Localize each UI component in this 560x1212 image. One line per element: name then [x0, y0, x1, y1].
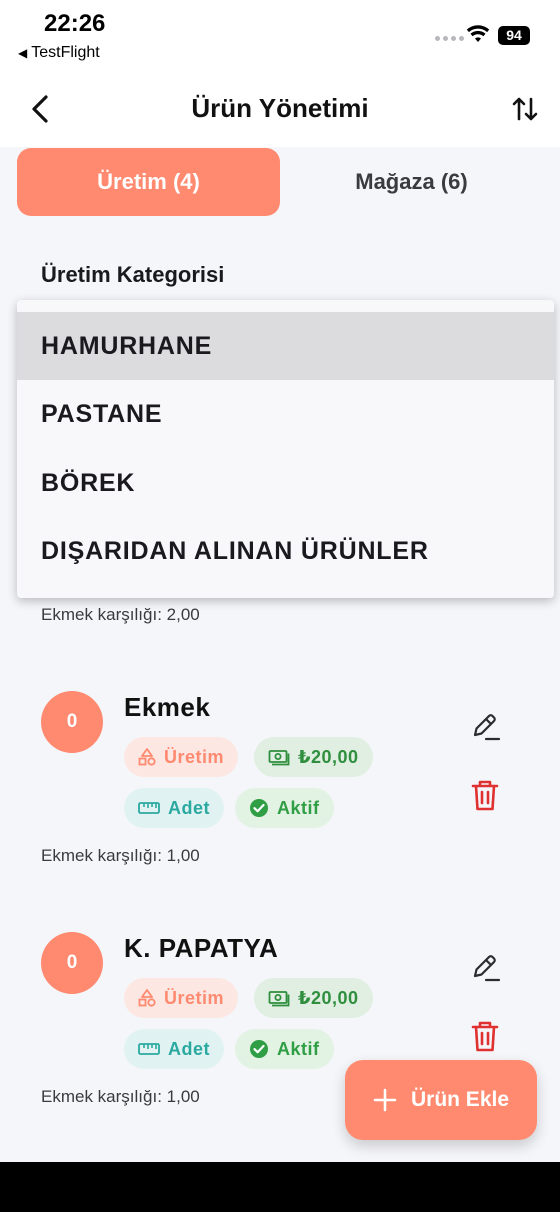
product-note: Ekmek karşılığı: 2,00 — [41, 605, 200, 624]
cash-icon — [268, 991, 290, 1007]
plus-icon — [373, 1088, 397, 1112]
product-note: Ekmek karşılığı: 1,00 — [41, 1087, 200, 1106]
product-name: K. PAPATYA — [124, 933, 279, 963]
shapes-icon — [138, 748, 156, 766]
dropdown-option-pastane[interactable]: PASTANE — [17, 380, 554, 448]
tab-store[interactable]: Mağaza (6) — [280, 148, 543, 216]
add-product-button[interactable]: Ürün Ekle — [345, 1060, 537, 1140]
category-label: Üretim Kategorisi — [41, 262, 225, 287]
category-dropdown-menu: HAMURHANE PASTANE BÖREK DIŞARIDAN ALINAN… — [17, 300, 554, 598]
chip-unit: Adet — [124, 1029, 224, 1069]
chip-price: ₺20,00 — [254, 737, 373, 777]
chip-price-label: ₺20,00 — [298, 987, 359, 1008]
cash-icon — [268, 750, 290, 766]
tab-production[interactable]: Üretim (4) — [17, 148, 280, 216]
chip-status: Aktif — [235, 1029, 334, 1069]
cellular-signal-icon — [435, 36, 464, 41]
trash-icon[interactable] — [469, 1019, 501, 1053]
trash-icon[interactable] — [469, 778, 501, 812]
back-to-app-link[interactable]: ◀ TestFlight — [18, 44, 100, 62]
dropdown-option-borek[interactable]: BÖREK — [17, 449, 554, 517]
nav-bar: Ürün Yönetimi — [0, 75, 560, 147]
tab-bar: Üretim (4) Mağaza (6) — [17, 148, 543, 216]
chip-status: Aktif — [235, 788, 334, 828]
add-product-label: Ürün Ekle — [410, 1088, 510, 1111]
chip-status-label: Aktif — [277, 797, 320, 818]
chip-unit: Adet — [124, 788, 224, 828]
chip-unit-label: Adet — [168, 797, 210, 818]
ruler-icon — [138, 1043, 160, 1055]
product-avatar: 0 — [41, 691, 103, 753]
check-circle-icon — [250, 1040, 268, 1058]
check-circle-icon — [250, 799, 268, 817]
edit-pencil-icon[interactable] — [469, 710, 501, 744]
chip-status-label: Aktif — [277, 1038, 320, 1059]
page-title: Ürün Yönetimi — [191, 93, 369, 123]
shapes-icon — [138, 989, 156, 1007]
chip-type: Üretim — [124, 978, 239, 1018]
back-triangle-icon: ◀ — [18, 46, 28, 60]
chip-type: Üretim — [124, 737, 239, 777]
battery-indicator: 94 — [498, 26, 530, 45]
status-bar: 22:26 ◀ TestFlight 94 — [0, 0, 560, 75]
home-indicator-area — [0, 1162, 560, 1212]
status-time: 22:26 — [44, 10, 106, 37]
chip-type-label: Üretim — [164, 746, 225, 767]
chip-type-label: Üretim — [164, 987, 225, 1008]
edit-pencil-icon[interactable] — [469, 951, 501, 985]
dropdown-option-hamurhane[interactable]: HAMURHANE — [17, 312, 554, 380]
sort-arrows-icon[interactable] — [510, 93, 540, 125]
product-avatar: 0 — [41, 932, 103, 994]
back-app-label: TestFlight — [31, 44, 100, 61]
chip-unit-label: Adet — [168, 1038, 210, 1059]
ruler-icon — [138, 802, 160, 814]
wifi-icon — [466, 25, 490, 42]
chip-price-label: ₺20,00 — [298, 746, 359, 767]
dropdown-option-disaridan[interactable]: DIŞARIDAN ALINAN ÜRÜNLER — [17, 517, 554, 585]
product-name: Ekmek — [124, 692, 211, 722]
product-note: Ekmek karşılığı: 1,00 — [41, 846, 200, 865]
chip-price: ₺20,00 — [254, 978, 373, 1018]
